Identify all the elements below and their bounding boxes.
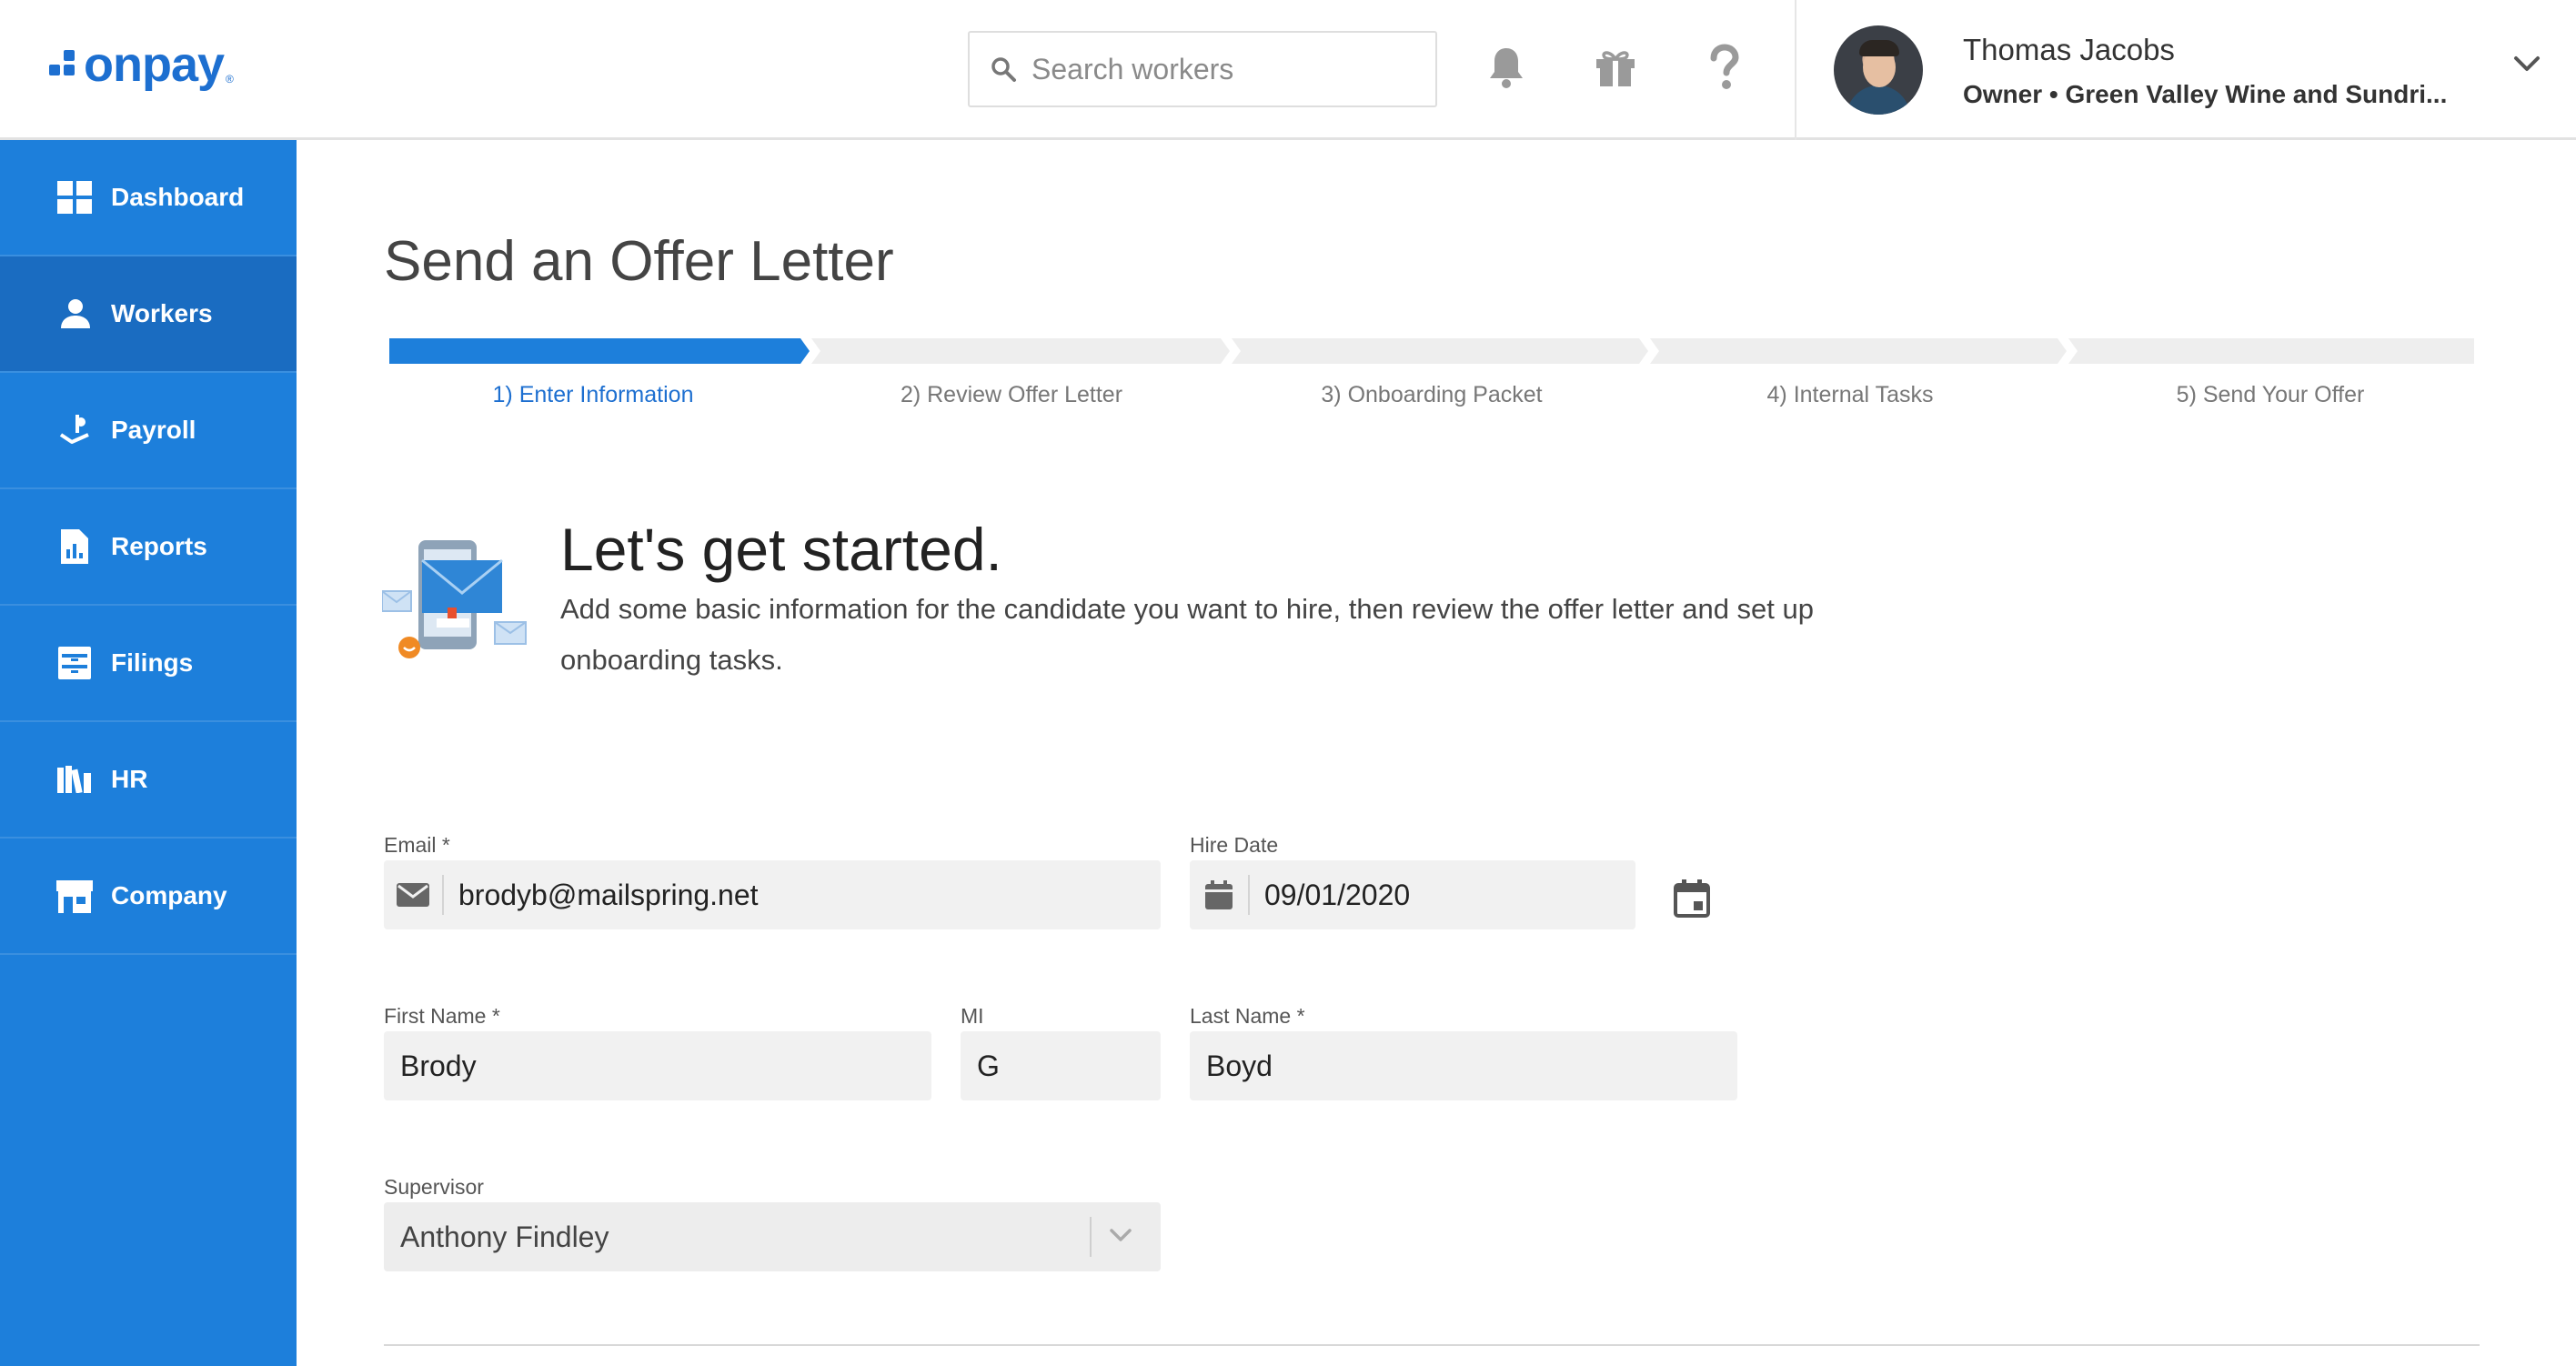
sidebar-item-label: HR [111,765,148,793]
sidebar-item-label: Workers [111,299,213,327]
supervisor-select[interactable]: Anthony Findley [384,1202,1161,1271]
dashboard-icon [55,177,95,217]
search-input[interactable] [1031,52,1395,86]
sidebar: Dashboard Workers Payroll Reports Filing… [0,140,297,1366]
section-divider [384,1344,2480,1346]
progress-stepper [389,338,2474,364]
first-name-label: First Name * [384,1004,500,1029]
hire-date-label: Hire Date [1190,833,1279,857]
help-icon[interactable] [1701,40,1748,95]
sidebar-item-label: Payroll [111,416,196,444]
hr-icon [55,759,95,799]
step-review-offer-letter[interactable]: 2) Review Offer Letter [802,382,1221,408]
offer-letter-illustration [382,540,527,658]
sidebar-item-reports[interactable]: Reports [0,489,297,606]
sidebar-item-filings[interactable]: Filings [0,606,297,722]
header-divider [1795,0,1796,140]
envelope-icon [384,875,444,915]
gift-icon[interactable] [1592,40,1639,95]
mi-label: MI [961,1004,984,1028]
company-icon [55,876,95,916]
first-name-label-text: First Name [384,1004,487,1028]
last-name-value[interactable]: Boyd [1206,1050,1273,1083]
email-value[interactable]: brodyb@mailspring.net [458,879,759,912]
required-asterisk: * [441,833,450,857]
bell-icon[interactable] [1483,40,1530,95]
intro-title: Let's get started. [560,516,1002,583]
onpay-logo[interactable]: onpay ® [49,40,234,89]
last-name-field[interactable]: Boyd [1190,1031,1737,1100]
first-name-value[interactable]: Brody [400,1050,477,1083]
logo-registered-mark: ® [226,73,234,85]
calendar-small-icon [1190,875,1250,915]
step-enter-information[interactable]: 1) Enter Information [384,382,802,408]
sidebar-item-hr[interactable]: HR [0,722,297,839]
step-bar-3 [1232,338,1648,364]
first-name-field[interactable]: Brody [384,1031,931,1100]
sidebar-item-workers[interactable]: Workers [0,256,297,373]
user-role: Owner • Green Valley Wine and Sundri... [1963,80,2448,108]
mi-field[interactable]: G [961,1031,1161,1100]
last-name-label-text: Last Name [1190,1004,1292,1028]
sidebar-item-company[interactable]: Company [0,839,297,955]
filings-icon [55,643,95,683]
chevron-down-icon[interactable] [1108,1226,1133,1249]
hire-date-field[interactable]: 09/01/2020 [1190,860,1635,929]
supervisor-value[interactable]: Anthony Findley [400,1220,609,1254]
logo-mark-icon [49,46,78,83]
email-label: Email * [384,833,450,858]
select-separator [1090,1217,1092,1257]
hire-date-value[interactable]: 09/01/2020 [1264,879,1410,912]
workers-icon [55,294,95,334]
reports-icon [55,527,95,567]
sidebar-item-dashboard[interactable]: Dashboard [0,140,297,256]
required-asterisk: * [1296,1004,1305,1028]
search-icon [991,57,1016,82]
required-asterisk: * [491,1004,500,1028]
sidebar-item-label: Filings [111,648,194,677]
step-send-your-offer[interactable]: 5) Send Your Offer [2061,382,2480,408]
sidebar-item-label: Dashboard [111,183,245,211]
sidebar-item-payroll[interactable]: Payroll [0,373,297,489]
supervisor-label: Supervisor [384,1175,484,1199]
last-name-label: Last Name * [1190,1004,1305,1029]
top-header: onpay ® Thomas Ja [0,0,2576,140]
step-internal-tasks[interactable]: 4) Internal Tasks [1641,382,2059,408]
chevron-down-icon[interactable] [2511,53,2543,79]
step-bar-1 [389,338,810,364]
step-onboarding-packet[interactable]: 3) Onboarding Packet [1223,382,1641,408]
payroll-icon [55,410,95,450]
sidebar-item-label: Reports [111,532,207,560]
step-bar-5 [2068,338,2474,364]
search-box[interactable] [968,31,1437,107]
calendar-icon[interactable] [1672,879,1712,919]
intro-text: Add some basic information for the candi… [560,593,1815,676]
email-field[interactable]: brodyb@mailspring.net [384,860,1161,929]
user-name: Thomas Jacobs [1963,33,2175,66]
logo-text: onpay [84,37,225,92]
step-bar-4 [1650,338,2067,364]
page-title: Send an Offer Letter [384,230,894,293]
email-label-text: Email [384,833,437,857]
mi-value[interactable]: G [977,1050,1000,1083]
step-bar-2 [811,338,1230,364]
sidebar-item-label: Company [111,881,227,909]
avatar[interactable] [1834,25,1923,115]
